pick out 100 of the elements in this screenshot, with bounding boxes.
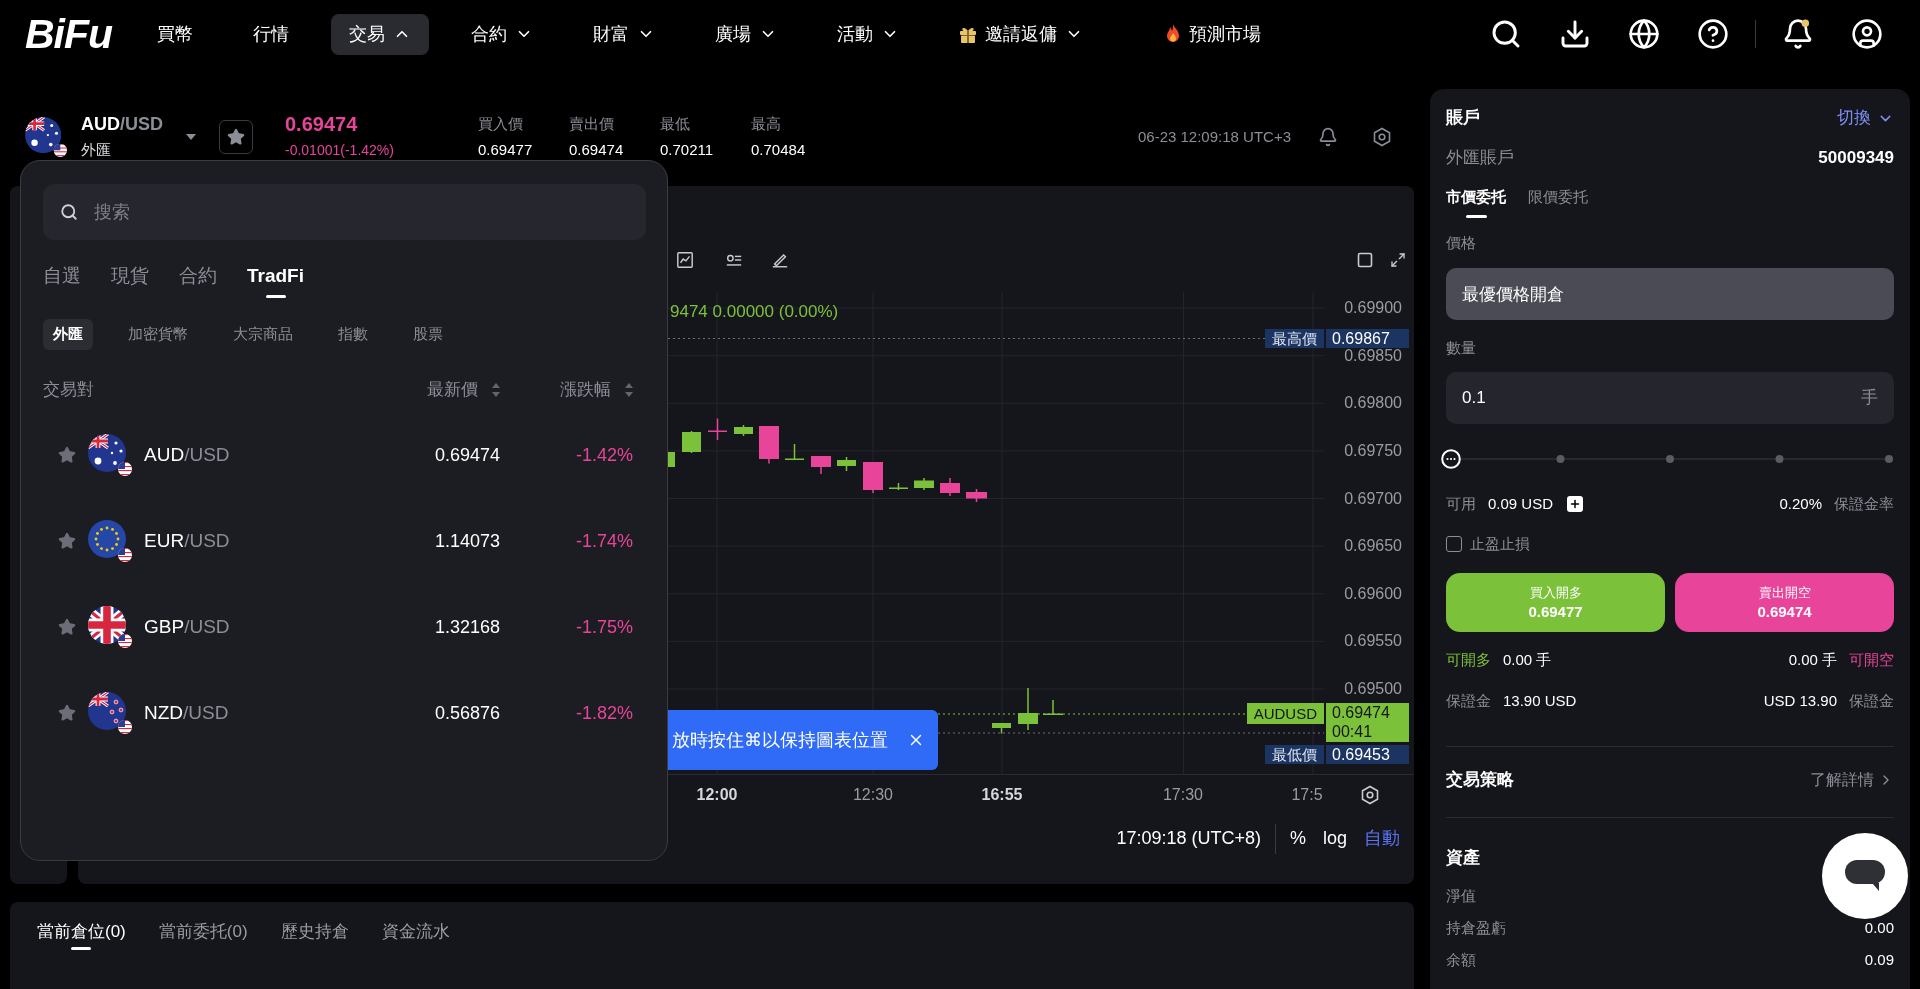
star-icon[interactable] (58, 446, 76, 464)
last-price: 0.69474 (285, 113, 359, 135)
time-axis-label: 12:30 (851, 785, 894, 805)
slider-handle[interactable] (1441, 449, 1461, 469)
category-tab[interactable]: 股票 (403, 319, 453, 350)
price-axis-label: 0.69850 (1344, 346, 1402, 365)
line-chart-icon[interactable] (676, 251, 694, 269)
category-tab[interactable]: 外匯 (43, 319, 93, 350)
pair-name[interactable]: AUD/USD (81, 113, 181, 135)
price-field[interactable]: 最優價格開倉 (1446, 268, 1894, 320)
search-icon (60, 203, 78, 221)
order-type-tab[interactable]: 限價委托 (1528, 185, 1588, 218)
change-text: -1.82% (574, 701, 633, 725)
sort-icon[interactable] (492, 383, 500, 397)
price-axis-label: 0.69600 (1344, 584, 1402, 603)
fire-icon (1165, 24, 1181, 44)
market-tab[interactable]: 自選 (43, 262, 81, 298)
pair-name[interactable]: EUR/USD (144, 526, 435, 556)
market-tab[interactable]: 現貨 (111, 262, 149, 298)
price-axis-label: 0.69650 (1344, 537, 1402, 556)
pair-name[interactable]: GBP/USD (144, 612, 435, 642)
search-icon[interactable] (1490, 18, 1522, 50)
star-icon[interactable] (58, 618, 76, 636)
brand-logo[interactable]: BiFu (25, 13, 112, 55)
stat-label: 賣出價 (569, 114, 615, 134)
market-tab[interactable]: 合約 (179, 262, 217, 298)
pair-name[interactable]: AUD/USD (144, 440, 435, 470)
settings-icon[interactable] (1372, 127, 1392, 147)
nav-menu[interactable]: 廣場 (697, 13, 795, 55)
change-text: -1.74% (574, 529, 633, 553)
asset-label: 持倉盈虧 (1446, 917, 1506, 938)
column-header: 漲跌幅 (560, 380, 611, 400)
settings-icon[interactable] (1360, 785, 1380, 805)
scale-option[interactable]: % (1289, 825, 1306, 852)
time-axis-label: 12:00 (695, 785, 739, 805)
nav-menu[interactable]: 財富 (575, 13, 673, 55)
available-label: 可用 (1446, 493, 1476, 514)
nav-menu[interactable]: 活動 (819, 13, 917, 55)
scale-option[interactable]: 自動 (1364, 825, 1400, 852)
price-axis-label: 0.69800 (1344, 394, 1402, 413)
positions-tab[interactable]: 歷史持倉 (280, 920, 349, 950)
price-text: 1.14073 (434, 529, 500, 553)
flag-icon (88, 434, 132, 476)
sort-icon[interactable] (625, 383, 633, 397)
nav-link[interactable]: 買幣 (139, 13, 211, 55)
can-long-value: 0.00 手 (1503, 649, 1552, 670)
nav-menu[interactable]: 合約 (453, 13, 551, 55)
price-text: 0.56876 (434, 701, 500, 725)
account-label: 外匯賬戶 (1446, 147, 1514, 170)
pencil-icon[interactable] (771, 251, 789, 269)
search-field[interactable]: 搜索 (43, 184, 646, 240)
category-tab[interactable]: 大宗商品 (223, 319, 303, 350)
user-icon[interactable] (1851, 18, 1883, 50)
margin-rate-label: 保證金率 (1834, 493, 1894, 514)
sell-short-button[interactable]: 賣出開空 0.69474 (1675, 573, 1894, 632)
price-axis-label: 0.69750 (1344, 441, 1402, 460)
nav-link[interactable]: 預測市場 (1147, 13, 1279, 55)
layout-icon[interactable] (1357, 252, 1373, 268)
margin-label: 保證金 (1446, 690, 1491, 711)
category-tab[interactable]: 加密貨幣 (118, 319, 198, 350)
stat-label: 買入價 (478, 114, 524, 134)
positions-tab[interactable]: 當前委托(0) (158, 920, 248, 950)
flag-icon (25, 117, 67, 157)
download-icon[interactable] (1559, 18, 1591, 50)
price-axis-label: 0.69500 (1344, 680, 1402, 698)
pair-name[interactable]: NZD/USD (144, 698, 435, 728)
countdown-text: 00:41 (1332, 723, 1374, 741)
nav-menu[interactable]: 交易 (331, 13, 429, 55)
flag-icon (88, 606, 132, 648)
change-text: -1.42% (574, 443, 633, 467)
order-type-tab[interactable]: 市價委托 (1446, 185, 1506, 218)
star-icon[interactable] (58, 532, 76, 550)
star-icon[interactable] (58, 704, 76, 722)
marker-value: 0.69474 (1332, 703, 1391, 723)
caret-down-icon[interactable] (186, 134, 196, 140)
nav-menu[interactable]: 邀請返傭 (941, 13, 1101, 55)
scale-option[interactable]: log (1322, 825, 1347, 852)
time-axis-label: 16:55 (980, 785, 1024, 805)
change-text: -1.75% (574, 615, 633, 639)
help-icon[interactable] (1697, 18, 1729, 50)
positions-tab[interactable]: 當前倉位(0) (37, 920, 126, 950)
category-tab[interactable]: 指數 (328, 319, 378, 350)
notification-bell-icon[interactable] (1782, 18, 1814, 50)
stat-value: 0.69477 (478, 140, 534, 160)
switch-account-button[interactable]: 切換 (1837, 105, 1894, 131)
fullscreen-icon[interactable] (1390, 252, 1406, 268)
learn-more-link[interactable]: 了解詳情 (1810, 768, 1894, 792)
globe-icon[interactable] (1628, 18, 1660, 50)
asset-value: 0.00 (1864, 917, 1894, 938)
add-funds-button[interactable] (1567, 496, 1584, 512)
favorite-button[interactable] (219, 120, 253, 154)
notification-bell-icon[interactable] (1318, 127, 1338, 147)
positions-tab[interactable]: 資金流水 (381, 920, 450, 950)
market-tab[interactable]: TradFi (247, 262, 304, 298)
checkbox[interactable] (1446, 536, 1462, 552)
can-short-value: 0.00 手 (1788, 649, 1837, 670)
field-label: 數量 (1446, 338, 1477, 358)
price-axis-label: 0.69550 (1344, 632, 1402, 651)
nav-link[interactable]: 行情 (235, 13, 307, 55)
asset-label: 淨值 (1446, 885, 1476, 906)
